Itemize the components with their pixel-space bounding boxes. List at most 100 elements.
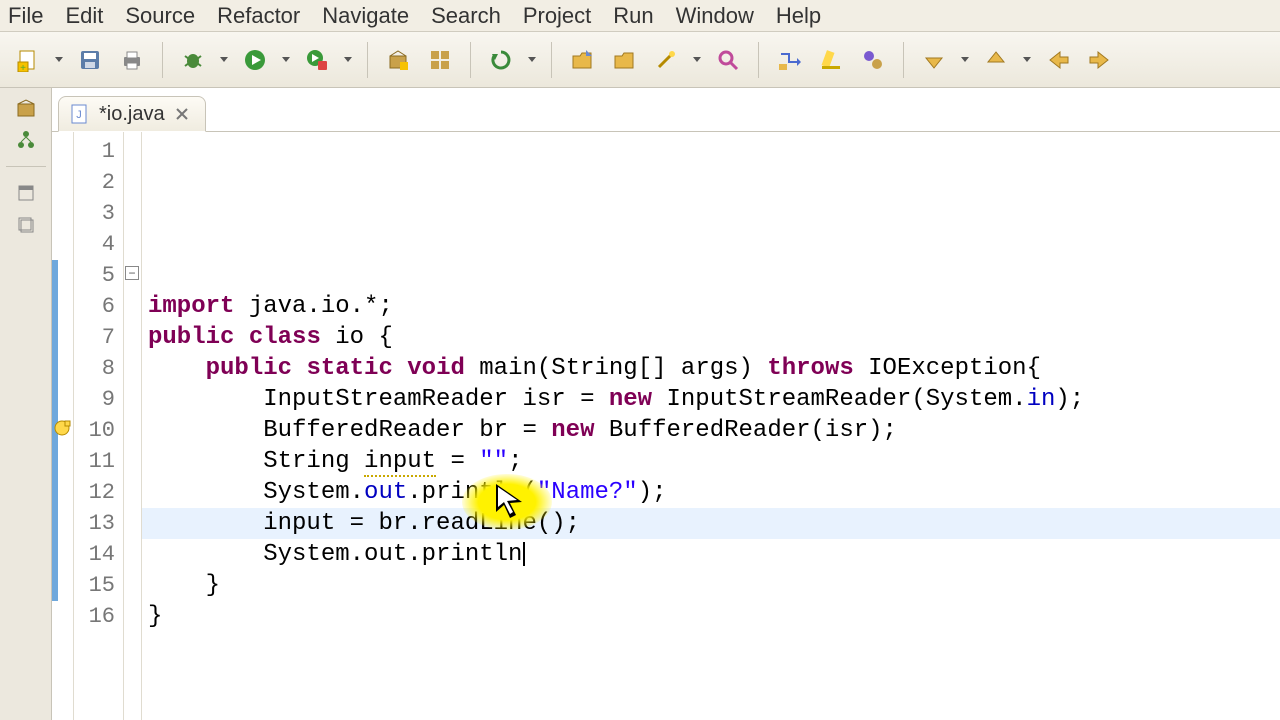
code-line[interactable]: } bbox=[148, 570, 1280, 601]
prev-annotation-button[interactable] bbox=[978, 42, 1014, 78]
svg-text:+: + bbox=[20, 63, 26, 72]
menu-refactor[interactable]: Refactor bbox=[217, 3, 300, 29]
run-external-icon bbox=[305, 48, 329, 72]
code-line[interactable]: import java.io.*; bbox=[148, 291, 1280, 322]
close-tab-button[interactable] bbox=[173, 105, 191, 123]
code-line[interactable]: public static void main(String[] args) t… bbox=[148, 353, 1280, 384]
warning-marker-icon[interactable] bbox=[53, 419, 73, 439]
search-button[interactable] bbox=[710, 42, 746, 78]
code-editor[interactable]: 12345678910111213141516 − import java.io… bbox=[52, 132, 1280, 720]
menu-search[interactable]: Search bbox=[431, 3, 501, 29]
run-external-dropdown[interactable] bbox=[341, 57, 355, 62]
back-icon bbox=[1046, 48, 1070, 72]
line-number: 12 bbox=[74, 477, 123, 508]
nav-back-button[interactable] bbox=[1040, 42, 1076, 78]
nav-forward-button[interactable] bbox=[1082, 42, 1118, 78]
restore-icon bbox=[17, 216, 35, 234]
menu-project[interactable]: Project bbox=[523, 3, 591, 29]
type-hierarchy-shortcut[interactable] bbox=[14, 128, 38, 152]
toggle-mark-button[interactable] bbox=[813, 42, 849, 78]
code-line[interactable]: System.out.println bbox=[148, 539, 1280, 570]
toolbar-separator bbox=[367, 42, 368, 78]
menu-help[interactable]: Help bbox=[776, 3, 821, 29]
folder-icon bbox=[612, 48, 636, 72]
line-number: 8 bbox=[74, 353, 123, 384]
toolbar-separator bbox=[758, 42, 759, 78]
line-number: 4 bbox=[74, 229, 123, 260]
build-button[interactable] bbox=[483, 42, 519, 78]
run-icon bbox=[243, 48, 267, 72]
next-annotation-dropdown[interactable] bbox=[958, 57, 972, 62]
code-line[interactable]: System.out.println("Name?"); bbox=[148, 477, 1280, 508]
code-line[interactable]: InputStreamReader isr = new InputStreamR… bbox=[148, 384, 1280, 415]
divider bbox=[6, 166, 46, 167]
editor-tab-row: J *io.java bbox=[52, 88, 1280, 132]
code-line[interactable]: } bbox=[148, 601, 1280, 632]
open-task-button[interactable] bbox=[564, 42, 600, 78]
line-number-gutter[interactable]: 12345678910111213141516 bbox=[74, 132, 124, 720]
run-button[interactable] bbox=[237, 42, 273, 78]
folder-button[interactable] bbox=[606, 42, 642, 78]
build-dropdown[interactable] bbox=[525, 57, 539, 62]
debug-button[interactable] bbox=[175, 42, 211, 78]
debug-dropdown[interactable] bbox=[217, 57, 231, 62]
save-icon bbox=[78, 48, 102, 72]
refresh-icon bbox=[489, 48, 513, 72]
fold-bar[interactable]: − bbox=[124, 132, 142, 720]
new-icon: + bbox=[16, 48, 40, 72]
line-number: 3 bbox=[74, 198, 123, 229]
search-icon bbox=[716, 48, 740, 72]
wand-button[interactable] bbox=[648, 42, 684, 78]
wand-dropdown[interactable] bbox=[690, 57, 704, 62]
code-line[interactable]: public class io { bbox=[148, 322, 1280, 353]
run-dropdown[interactable] bbox=[279, 57, 293, 62]
marker-bar[interactable] bbox=[52, 132, 74, 720]
menu-run[interactable]: Run bbox=[613, 3, 653, 29]
forward-icon bbox=[1088, 48, 1112, 72]
line-number: 10 bbox=[74, 415, 123, 446]
minimize-icon bbox=[17, 184, 35, 202]
code-line[interactable]: BufferedReader br = new BufferedReader(i… bbox=[148, 415, 1280, 446]
open-folder-icon bbox=[570, 48, 594, 72]
menu-bar: File Edit Source Refactor Navigate Searc… bbox=[0, 0, 1280, 32]
toolbar-separator bbox=[903, 42, 904, 78]
run-external-button[interactable] bbox=[299, 42, 335, 78]
hierarchy-icon bbox=[16, 130, 36, 150]
prev-annotation-dropdown[interactable] bbox=[1020, 57, 1034, 62]
line-number: 11 bbox=[74, 446, 123, 477]
toggle-block-button[interactable] bbox=[855, 42, 891, 78]
toolbar: + bbox=[0, 32, 1280, 88]
editor-tab[interactable]: J *io.java bbox=[58, 96, 206, 132]
minimize-shortcut[interactable] bbox=[14, 181, 38, 205]
package-explorer-shortcut[interactable] bbox=[14, 96, 38, 120]
nav-down-icon bbox=[922, 48, 946, 72]
code-content[interactable]: import java.io.*;public class io { publi… bbox=[142, 132, 1280, 720]
toolbar-separator bbox=[470, 42, 471, 78]
line-number: 5 bbox=[74, 260, 123, 291]
line-number: 9 bbox=[74, 384, 123, 415]
fold-toggle[interactable]: − bbox=[125, 266, 139, 280]
restore-shortcut[interactable] bbox=[14, 213, 38, 237]
menu-file[interactable]: File bbox=[8, 3, 43, 29]
print-button[interactable] bbox=[114, 42, 150, 78]
toggle-breadcrumb-button[interactable] bbox=[771, 42, 807, 78]
code-line[interactable]: String input = ""; bbox=[148, 446, 1280, 477]
debug-icon bbox=[181, 48, 205, 72]
menu-source[interactable]: Source bbox=[125, 3, 195, 29]
highlight-icon bbox=[819, 48, 843, 72]
save-button[interactable] bbox=[72, 42, 108, 78]
menu-edit[interactable]: Edit bbox=[65, 3, 103, 29]
new-button[interactable]: + bbox=[10, 42, 46, 78]
package-icon bbox=[16, 98, 36, 118]
next-annotation-button[interactable] bbox=[916, 42, 952, 78]
menu-window[interactable]: Window bbox=[676, 3, 754, 29]
new-java-package-button[interactable] bbox=[380, 42, 416, 78]
code-line[interactable]: input = br.readLine(); bbox=[148, 508, 1280, 539]
open-type-button[interactable] bbox=[422, 42, 458, 78]
print-icon bbox=[120, 48, 144, 72]
menu-navigate[interactable]: Navigate bbox=[322, 3, 409, 29]
nav-up-icon bbox=[984, 48, 1008, 72]
main-area: J *io.java 12345678910111213141516 − imp… bbox=[0, 88, 1280, 720]
new-dropdown[interactable] bbox=[52, 57, 66, 62]
text-caret bbox=[523, 542, 525, 566]
